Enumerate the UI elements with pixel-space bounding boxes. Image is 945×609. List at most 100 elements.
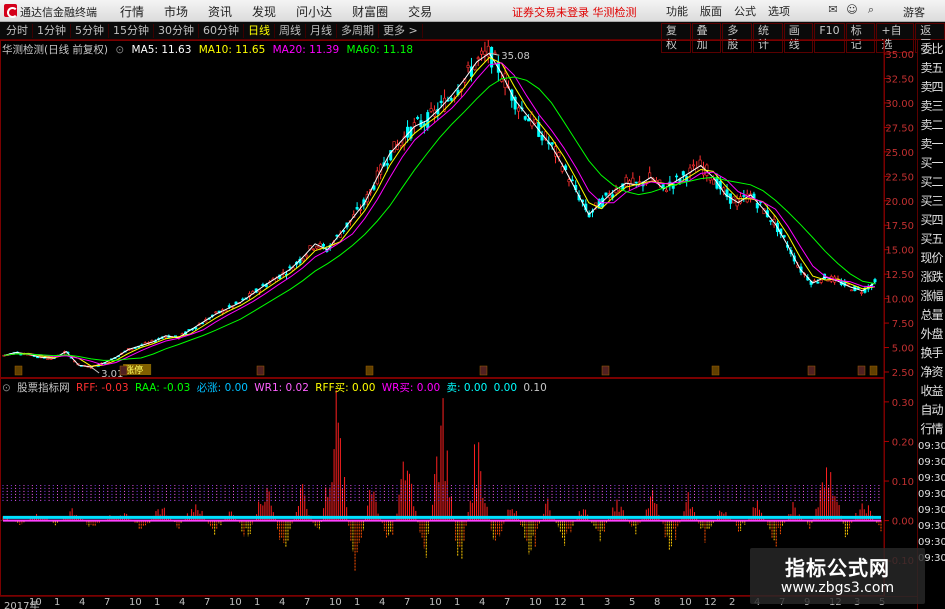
side-tab-16[interactable]: 换手 <box>918 344 945 363</box>
wrbuy-band <box>3 519 881 522</box>
side-tab-20[interactable]: 行情 <box>918 420 945 439</box>
menu-item-formula[interactable]: 公式 <box>728 3 762 19</box>
candle-body <box>604 192 608 196</box>
price-tick-label: 35.00 <box>885 50 914 61</box>
side-tab-18[interactable]: 收益 <box>918 382 945 401</box>
x-tick-20: 7 <box>504 597 511 608</box>
candle-body <box>429 108 433 112</box>
tab-daily[interactable]: 日线 <box>244 24 275 38</box>
watermark-title: 指标公式网 <box>785 556 890 580</box>
ma10-label: MA10: 11.65 <box>198 44 266 56</box>
x-tick-9: 10 <box>229 597 242 608</box>
candle-body <box>550 142 554 145</box>
side-tab-4[interactable]: 卖二 <box>918 116 945 135</box>
val1-label: 0.00 <box>493 382 518 394</box>
candle-body <box>557 152 561 157</box>
kline-chart[interactable]: 35.00 32.50 30.00 27.50 25.00 22.50 20.00 17.50… <box>0 40 917 596</box>
event-marker <box>807 365 816 376</box>
menu-item-ask[interactable]: 问小达 <box>286 3 342 20</box>
x-tick-11: 4 <box>279 597 286 608</box>
side-tab-0[interactable]: 委比 <box>918 40 945 59</box>
candle-body <box>594 202 598 206</box>
candle-body <box>480 50 484 55</box>
candle-body <box>385 163 389 166</box>
menu-item-function[interactable]: 功能 <box>660 3 694 19</box>
menu-item-quotes[interactable]: 行情 <box>110 3 154 20</box>
menu-item-market[interactable]: 市场 <box>154 3 198 20</box>
side-tab-10[interactable]: 买五 <box>918 230 945 249</box>
menu-item-trade[interactable]: 交易 <box>398 3 442 20</box>
side-tab-11[interactable]: 现价 <box>918 249 945 268</box>
side-tab-13[interactable]: 涨幅 <box>918 287 945 306</box>
side-tab-17[interactable]: 净资 <box>918 363 945 382</box>
candle-body <box>681 171 685 176</box>
candle-body <box>416 117 420 119</box>
event-marker <box>256 365 265 376</box>
x-tick-16: 7 <box>404 597 411 608</box>
price-tick-label: 32.50 <box>885 74 914 85</box>
event-marker <box>479 365 488 376</box>
side-tab-3[interactable]: 卖三 <box>918 97 945 116</box>
tab-15min[interactable]: 15分钟 <box>109 24 154 38</box>
side-tab-5[interactable]: 卖一 <box>918 135 945 154</box>
user-icon[interactable]: ☺ <box>845 3 859 17</box>
tab-1min[interactable]: 1分钟 <box>33 24 71 38</box>
tab-30min[interactable]: 30分钟 <box>154 24 199 38</box>
menu-item-options[interactable]: 选项 <box>762 3 796 19</box>
side-tab-6[interactable]: 买一 <box>918 154 945 173</box>
candle-body <box>819 279 823 283</box>
ma5-line <box>3 52 876 368</box>
dropdown-icon[interactable]: ⊙ <box>115 44 124 56</box>
ind-tick-label: 0.30 <box>892 398 914 409</box>
tab-multi-period[interactable]: 多周期 <box>337 24 379 38</box>
menu-item-news[interactable]: 资讯 <box>198 3 242 20</box>
tab-weekly[interactable]: 周线 <box>275 24 306 38</box>
x-tick-1: 10 <box>29 597 42 608</box>
guest-label[interactable]: 游客 <box>903 4 925 20</box>
menu-item-layout[interactable]: 版面 <box>694 3 728 19</box>
candle-body <box>560 166 564 172</box>
price-tick-label: 5.00 <box>892 344 914 355</box>
side-tab-14[interactable]: 总量 <box>918 306 945 325</box>
watermark-url: www.zbgs3.com <box>780 580 895 596</box>
side-tab-7[interactable]: 买二 <box>918 173 945 192</box>
menu-item-discover[interactable]: 发现 <box>242 3 286 20</box>
tab-5min[interactable]: 5分钟 <box>71 24 109 38</box>
candle-body <box>816 281 820 284</box>
main-chart-header: 华测检测(日线 前复权) ⊙ MA5: 11.63 MA10: 11.65 MA… <box>2 42 417 57</box>
rff-label: RFF: -0.03 <box>76 382 129 394</box>
price-tick-label: 7.50 <box>892 319 914 330</box>
indicator-settings-icon[interactable]: ⊙ <box>2 382 11 394</box>
indicator-header: ⊙ 股票指标网 RFF: -0.03 RAA: -0.03 必涨: 0.00 W… <box>2 380 550 395</box>
price-tick-label: 17.50 <box>885 221 914 232</box>
side-tab-1[interactable]: 卖五 <box>918 59 945 78</box>
side-tab-19[interactable]: 自动 <box>918 401 945 420</box>
tab-monthly[interactable]: 月线 <box>306 24 337 38</box>
indicator-name[interactable]: 股票指标网 <box>17 382 70 394</box>
chat-icon[interactable]: ✉ <box>826 3 840 17</box>
x-tick-29: 2 <box>729 597 736 608</box>
watermark: 指标公式网 www.zbgs3.com <box>750 548 925 604</box>
side-tab-2[interactable]: 卖四 <box>918 78 945 97</box>
menu-item-wealth[interactable]: 财富圈 <box>342 3 398 20</box>
x-tick-28: 12 <box>704 597 717 608</box>
candle-body <box>540 135 544 141</box>
bx-label: 必涨: 0.00 <box>196 382 248 394</box>
side-tab-9[interactable]: 买四 <box>918 211 945 230</box>
side-tab-8[interactable]: 买三 <box>918 192 945 211</box>
candle-body <box>527 118 531 122</box>
tab-more[interactable]: 更多 > <box>379 24 423 38</box>
x-tick-19: 4 <box>479 597 486 608</box>
login-status[interactable]: 证券交易未登录 华测检测 <box>512 4 637 20</box>
candle-body <box>742 195 746 197</box>
side-tab-12[interactable]: 涨跌 <box>918 268 945 287</box>
price-tick-label: 25.00 <box>885 148 914 159</box>
tab-60min[interactable]: 60分钟 <box>199 24 244 38</box>
candle-body <box>769 220 773 222</box>
tab-intraday[interactable]: 分时 <box>2 24 33 38</box>
side-tab-15[interactable]: 外盘 <box>918 325 945 344</box>
high-label: 35.08 <box>501 51 530 62</box>
price-tick-label: 27.50 <box>885 123 914 134</box>
price-tick-label: 12.50 <box>885 270 914 281</box>
search-icon[interactable]: ⌕ <box>864 3 878 17</box>
